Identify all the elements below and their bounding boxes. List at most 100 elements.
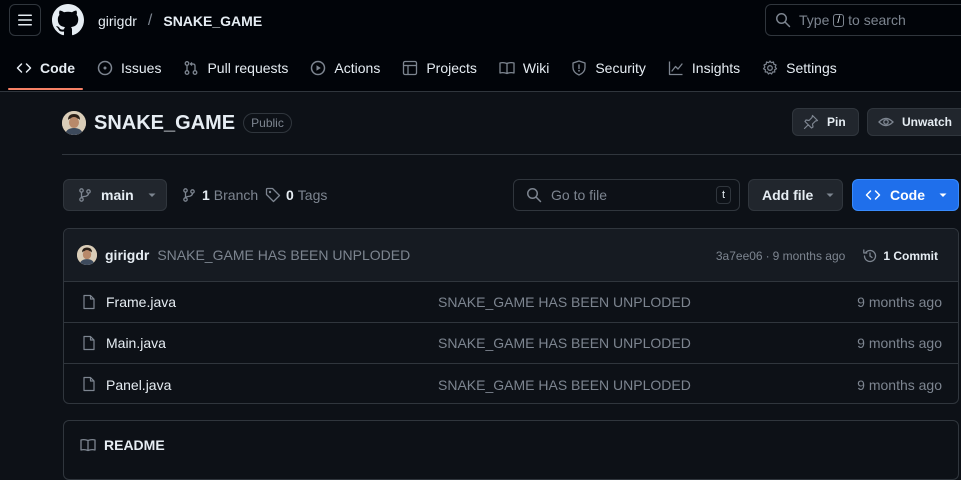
search-suffix: to search xyxy=(848,12,906,28)
file-age: 9 months ago xyxy=(857,294,942,310)
gear-icon xyxy=(763,60,778,75)
branch-icon xyxy=(183,188,195,202)
search-icon xyxy=(527,188,542,203)
tab-pull-requests[interactable]: Pull requests xyxy=(175,48,296,88)
tab-code[interactable]: Code xyxy=(8,48,83,90)
book-icon xyxy=(499,61,515,75)
go-to-file-input[interactable]: Go to file t xyxy=(513,179,740,211)
branch-name: main xyxy=(101,187,134,203)
repo-name[interactable]: SNAKE_GAME xyxy=(94,112,235,135)
commit-age: 9 months ago xyxy=(772,248,846,263)
global-header: girigdr / SNAKE_GAME Type / to search Co… xyxy=(0,0,961,92)
tag-icon xyxy=(265,187,281,203)
readme-header[interactable]: README xyxy=(80,437,165,453)
tab-projects-label: Projects xyxy=(426,60,477,76)
tab-code-label: Code xyxy=(40,60,75,76)
unwatch-button[interactable]: Unwatch xyxy=(867,108,961,136)
breadcrumb-separator: / xyxy=(147,12,153,29)
latest-commit-row: girigdr SNAKE_GAME HAS BEEN UNPLODED 3a7… xyxy=(64,229,958,282)
readme-panel: README xyxy=(63,420,959,480)
file-row[interactable]: Main.java SNAKE_GAME HAS BEEN UNPLODED 9… xyxy=(64,323,958,364)
table-icon xyxy=(403,60,418,76)
tag-count-label: Tags xyxy=(297,187,328,203)
repo-nav-tabs: Code Issues Pull requests Actions Projec… xyxy=(8,48,851,91)
commit-history-link[interactable]: 1 Commit xyxy=(862,248,938,264)
commit-message[interactable]: SNAKE_GAME HAS BEEN UNPLODED xyxy=(157,247,410,263)
title-divider xyxy=(62,154,961,155)
chevron-down-icon xyxy=(148,193,156,197)
book-icon xyxy=(80,438,96,452)
tab-projects[interactable]: Projects xyxy=(394,48,485,88)
file-name[interactable]: Main.java xyxy=(106,335,166,351)
go-to-file-shortcut: t xyxy=(715,186,731,204)
readme-label: README xyxy=(104,437,165,453)
tab-insights[interactable]: Insights xyxy=(660,48,748,88)
pin-icon xyxy=(803,114,819,130)
tab-issues-label: Issues xyxy=(121,60,162,76)
history-icon xyxy=(863,248,877,262)
search-input[interactable]: Type / to search xyxy=(765,4,961,36)
code-icon xyxy=(16,63,32,73)
file-commit-message[interactable]: SNAKE_GAME HAS BEEN UNPLODED xyxy=(438,377,691,393)
tab-settings-label: Settings xyxy=(786,60,837,76)
tab-insights-label: Insights xyxy=(691,60,741,76)
commit-meta-dot: · xyxy=(765,248,770,263)
tab-wiki[interactable]: Wiki xyxy=(491,48,557,88)
tab-security-label: Security xyxy=(595,60,646,76)
chevron-down-icon xyxy=(939,193,947,197)
commit-author[interactable]: girigdr xyxy=(105,247,149,263)
branch-selector[interactable]: main xyxy=(63,179,167,211)
pull-request-icon xyxy=(185,61,198,75)
pin-button[interactable]: Pin xyxy=(792,108,859,136)
file-row[interactable]: Panel.java SNAKE_GAME HAS BEEN UNPLODED … xyxy=(64,364,958,403)
add-file-button[interactable]: Add file xyxy=(748,179,843,211)
tags-link[interactable]: 0 Tags xyxy=(265,186,327,204)
file-icon xyxy=(83,335,95,351)
search-placeholder: Type / to search xyxy=(799,12,906,28)
tab-wiki-label: Wiki xyxy=(522,60,550,76)
github-logo-icon[interactable] xyxy=(52,4,84,36)
tab-security[interactable]: Security xyxy=(563,48,654,88)
tab-issues[interactable]: Issues xyxy=(89,48,169,88)
unwatch-label: Unwatch xyxy=(902,115,953,129)
commit-author-avatar[interactable] xyxy=(77,245,97,265)
play-icon xyxy=(311,60,326,76)
search-shortcut-key: / xyxy=(833,13,845,27)
tab-settings[interactable]: Settings xyxy=(754,48,845,88)
owner-avatar[interactable] xyxy=(62,111,86,135)
file-icon xyxy=(83,294,95,310)
file-age: 9 months ago xyxy=(857,376,942,393)
file-row[interactable]: Frame.java SNAKE_GAME HAS BEEN UNPLODED … xyxy=(64,282,958,323)
file-list: girigdr SNAKE_GAME HAS BEEN UNPLODED 3a7… xyxy=(63,228,959,404)
code-icon xyxy=(865,190,881,200)
file-name[interactable]: Frame.java xyxy=(106,294,176,310)
tag-count: 0 xyxy=(286,187,294,203)
search-icon xyxy=(776,13,791,28)
graph-icon xyxy=(668,61,683,76)
code-button-label: Code xyxy=(890,187,925,203)
add-file-label: Add file xyxy=(762,187,814,203)
tab-pull-requests-label: Pull requests xyxy=(207,60,289,76)
eye-icon xyxy=(878,117,894,127)
code-button[interactable]: Code xyxy=(852,179,959,211)
pin-label: Pin xyxy=(827,115,846,129)
commit-sha[interactable]: 3a7ee06 xyxy=(716,249,763,263)
commit-meta: 3a7ee06 · 9 months ago 1 Commit xyxy=(716,229,938,282)
file-commit-message[interactable]: SNAKE_GAME HAS BEEN UNPLODED xyxy=(438,335,691,351)
menu-button[interactable] xyxy=(9,4,41,36)
breadcrumb-repo-link[interactable]: SNAKE_GAME xyxy=(163,13,262,29)
branches-link[interactable]: 1 Branch xyxy=(181,186,258,204)
file-age: 9 months ago xyxy=(857,335,942,351)
branch-count-label: Branch xyxy=(213,187,259,203)
issue-icon xyxy=(97,60,113,76)
branch-count: 1 xyxy=(202,187,210,203)
tab-actions-label: Actions xyxy=(334,60,381,76)
breadcrumb: girigdr / SNAKE_GAME xyxy=(98,12,262,30)
file-name[interactable]: Panel.java xyxy=(106,377,171,393)
hamburger-icon xyxy=(18,14,32,26)
visibility-badge: Public xyxy=(243,113,292,133)
file-icon xyxy=(83,376,95,392)
breadcrumb-owner-link[interactable]: girigdr xyxy=(98,13,137,29)
tab-actions[interactable]: Actions xyxy=(302,48,388,88)
file-commit-message[interactable]: SNAKE_GAME HAS BEEN UNPLODED xyxy=(438,294,691,310)
